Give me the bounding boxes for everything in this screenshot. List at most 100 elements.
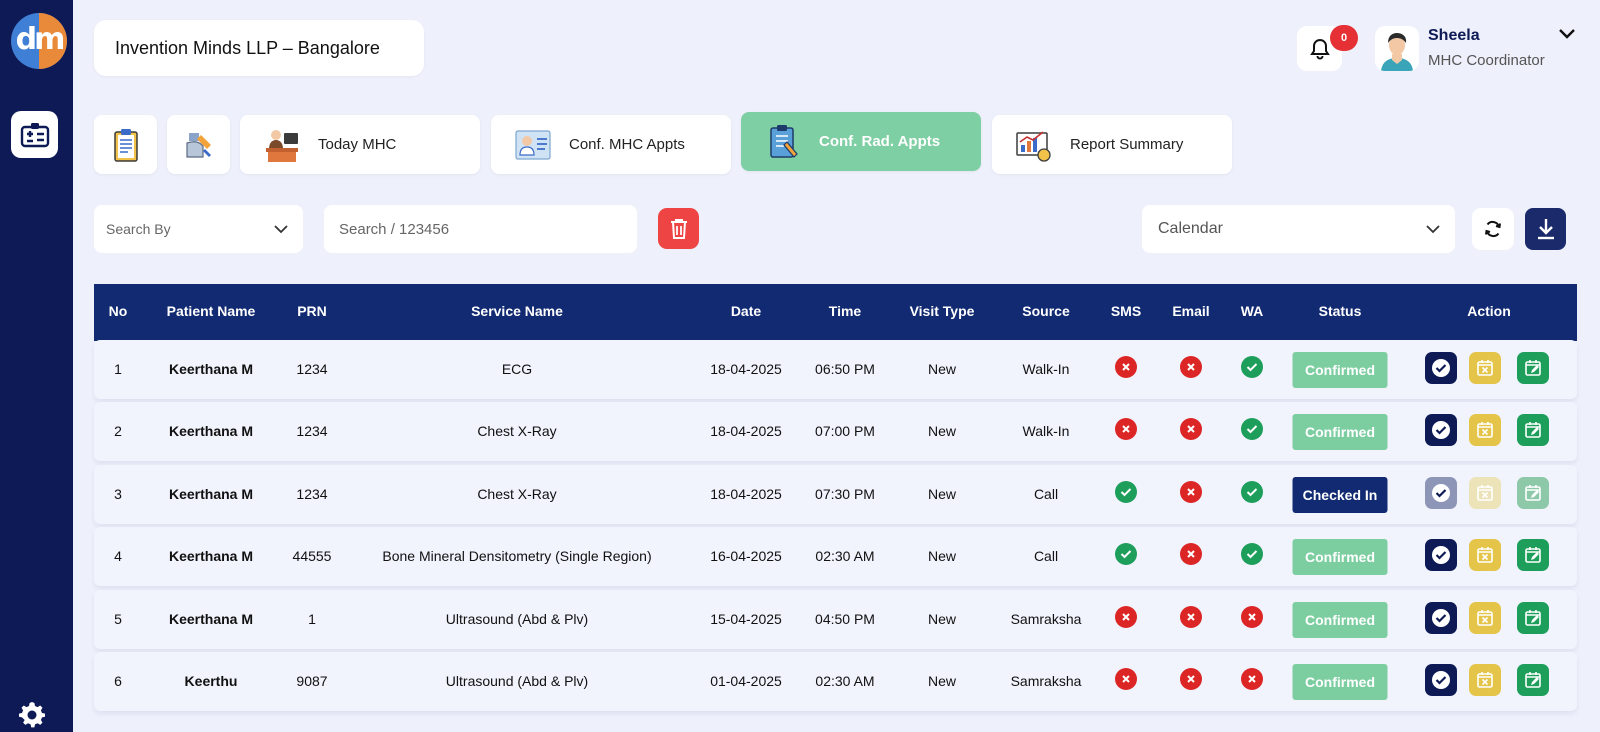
tab-xray-tools[interactable] <box>167 115 230 174</box>
check-in-button[interactable] <box>1425 352 1457 384</box>
cancel-appointment-button[interactable] <box>1469 477 1501 509</box>
check-in-button[interactable] <box>1425 539 1457 571</box>
reschedule-button[interactable] <box>1517 352 1549 384</box>
table-row: 3 Keerthana M 1234 Chest X-Ray 18-04-2025 07:… <box>94 465 1577 524</box>
tab-label: Today MHC <box>318 136 397 153</box>
column-header-date: Date <box>730 303 762 319</box>
calendar-select[interactable]: Calendar <box>1142 205 1455 253</box>
column-header-patient-name: Patient Name <box>166 303 256 319</box>
cell-prn: 1 <box>308 611 316 627</box>
clipboard-icon <box>113 128 138 162</box>
clear-search-button[interactable] <box>658 208 699 249</box>
calendar-placeholder: Calendar <box>1158 220 1223 237</box>
id-badge-plus-icon <box>20 122 49 147</box>
cell-date: 16-04-2025 <box>710 548 782 564</box>
download-button[interactable] <box>1525 208 1566 250</box>
cell-prn: 9087 <box>296 673 328 689</box>
calendar-x-icon <box>1477 422 1493 438</box>
calendar-edit-icon <box>1525 547 1541 563</box>
check-circle-icon <box>1432 609 1450 627</box>
tab-conf-rad-appts[interactable]: Conf. Rad. Appts <box>741 112 981 171</box>
check-circle-icon <box>1432 359 1450 377</box>
cancel-appointment-button[interactable] <box>1469 414 1501 446</box>
reschedule-button[interactable] <box>1517 414 1549 446</box>
cell-visit-type: New <box>927 361 957 377</box>
check-in-button[interactable] <box>1425 414 1457 446</box>
tab-conf-mhc-appts[interactable]: Conf. MHC Appts <box>491 115 731 174</box>
cell-no: 3 <box>114 486 122 502</box>
cell-patient-name: Keerthana M <box>168 361 254 377</box>
email-not-sent-x-icon <box>1180 606 1202 628</box>
cancel-appointment-button[interactable] <box>1469 352 1501 384</box>
sidebar-item-health-card[interactable] <box>11 111 58 158</box>
user-menu-chevron-down-icon[interactable] <box>1557 26 1577 42</box>
cell-service-name: Chest X-Ray <box>477 486 557 502</box>
trash-icon <box>670 218 687 239</box>
column-header-service-name: Service Name <box>471 303 563 319</box>
cell-time: 04:50 PM <box>815 611 875 627</box>
column-header-time: Time <box>828 303 862 319</box>
email-not-sent-x-icon <box>1180 543 1202 565</box>
cell-time: 02:30 AM <box>815 673 875 689</box>
radiology-clipboard-icon <box>770 124 798 158</box>
download-icon <box>1537 219 1554 240</box>
cell-service-name: ECG <box>501 361 533 377</box>
doctor-desk-icon <box>266 129 298 162</box>
search-by-placeholder: Search By <box>106 221 171 237</box>
cell-service-name: Ultrasound (Abd & Plv) <box>445 611 589 627</box>
cell-patient-name: Keerthana M <box>168 611 254 627</box>
tab-clipboard[interactable] <box>94 115 157 174</box>
cell-no: 4 <box>114 548 122 564</box>
reschedule-button[interactable] <box>1517 602 1549 634</box>
reschedule-button[interactable] <box>1517 477 1549 509</box>
check-in-button[interactable] <box>1425 664 1457 696</box>
cell-service-name: Chest X-Ray <box>477 423 557 439</box>
cell-date: 15-04-2025 <box>710 611 782 627</box>
whatsapp-not-sent-x-icon <box>1241 668 1263 690</box>
table-row: 4 Keerthana M 44555 Bone Mineral Densitomet… <box>94 527 1577 586</box>
search-by-select[interactable]: Search By <box>94 205 303 253</box>
check-in-button[interactable] <box>1425 477 1457 509</box>
reschedule-button[interactable] <box>1517 539 1549 571</box>
tab-label: Conf. Rad. Appts <box>819 133 941 150</box>
organization-name: Invention Minds LLP – Bangalore <box>94 20 424 76</box>
cell-prn: 1234 <box>296 423 328 439</box>
column-header-source: Source <box>1022 303 1070 319</box>
calendar-x-icon <box>1477 672 1493 688</box>
calendar-x-icon <box>1477 610 1493 626</box>
search-input[interactable] <box>324 205 637 253</box>
status-badge: Confirmed <box>1292 352 1388 388</box>
doctor-card-icon <box>515 129 551 160</box>
whatsapp-sent-check-icon <box>1241 356 1263 378</box>
sidebar: dm <box>0 0 73 732</box>
column-header-prn: PRN <box>297 303 327 319</box>
cell-source: Call <box>1033 486 1059 502</box>
brand-logo[interactable]: dm <box>11 13 67 69</box>
cell-source: Walk-In <box>1022 361 1070 377</box>
cell-date: 01-04-2025 <box>710 673 782 689</box>
check-circle-icon <box>1432 671 1450 689</box>
reschedule-button[interactable] <box>1517 664 1549 696</box>
calendar-x-icon <box>1477 360 1493 376</box>
cancel-appointment-button[interactable] <box>1469 539 1501 571</box>
whatsapp-sent-check-icon <box>1241 418 1263 440</box>
settings-gear-icon[interactable] <box>17 699 47 729</box>
check-in-button[interactable] <box>1425 602 1457 634</box>
chevron-down-icon <box>1426 225 1440 234</box>
tab-label: Report Summary <box>1070 136 1184 153</box>
status-badge: Confirmed <box>1292 414 1388 450</box>
tab-report-summary[interactable]: Report Summary <box>992 115 1232 174</box>
column-header-sms: SMS <box>1110 303 1142 319</box>
column-header-no: No <box>108 303 128 319</box>
cell-prn: 1234 <box>296 361 328 377</box>
cancel-appointment-button[interactable] <box>1469 664 1501 696</box>
refresh-button[interactable] <box>1472 208 1514 250</box>
cancel-appointment-button[interactable] <box>1469 602 1501 634</box>
user-avatar[interactable] <box>1375 26 1419 71</box>
tab-today-mhc[interactable]: Today MHC <box>240 115 480 174</box>
cell-visit-type: New <box>927 486 957 502</box>
cell-no: 2 <box>114 423 122 439</box>
whatsapp-not-sent-x-icon <box>1241 606 1263 628</box>
cell-no: 6 <box>114 673 122 689</box>
cell-source: Samraksha <box>1010 673 1082 689</box>
